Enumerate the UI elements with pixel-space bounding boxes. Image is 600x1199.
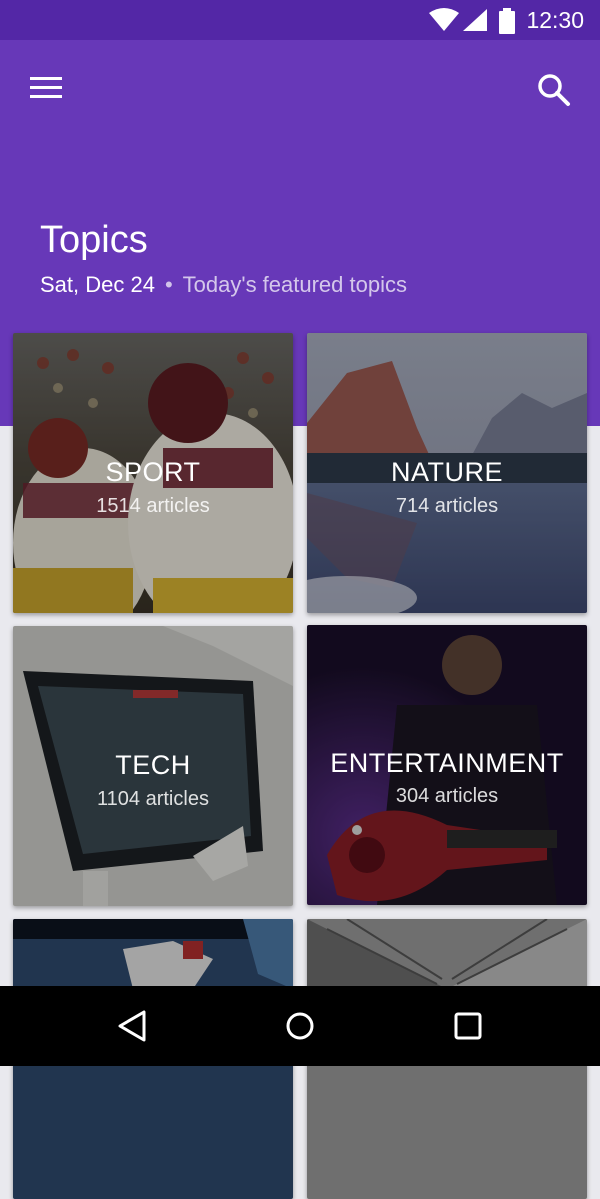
topic-count: 304 articles — [395, 785, 499, 807]
subtitle-row: Sat, Dec 24 • Today's featured topics — [40, 270, 407, 300]
signal-icon — [463, 9, 487, 31]
topic-count: 1104 articles — [97, 788, 209, 810]
topic-name: SPORT — [105, 457, 201, 487]
wifi-icon — [429, 8, 459, 31]
status-time: 12:30 — [526, 7, 584, 33]
menu-icon[interactable] — [30, 75, 62, 101]
page-title: Topics — [40, 219, 148, 261]
featured-label: Today's featured topics — [182, 272, 407, 297]
topic-name: TECH — [115, 750, 191, 780]
topic-name: NATURE — [390, 457, 503, 487]
recents-icon[interactable] — [448, 1006, 488, 1046]
back-icon[interactable] — [112, 1006, 152, 1046]
topic-card-sport[interactable]: SPORT 1514 articles — [13, 333, 293, 613]
topic-count: 1514 articles — [96, 495, 210, 517]
battery-icon — [499, 8, 515, 34]
home-icon[interactable] — [280, 1006, 320, 1046]
topic-card-nature[interactable]: NATURE 714 articles — [307, 333, 587, 613]
date-label: Sat, Dec 24 — [40, 272, 155, 297]
search-icon[interactable] — [534, 70, 574, 110]
status-bar: 12:30 — [0, 0, 600, 40]
topic-name: ENTERTAINMENT — [330, 748, 564, 778]
navigation-bar — [0, 986, 600, 1066]
topic-count: 714 articles — [395, 495, 499, 517]
topic-card-tech[interactable]: TECH 1104 articles — [13, 626, 293, 906]
separator-dot: • — [164, 272, 173, 297]
topic-card-entertainment[interactable]: ENTERTAINMENT 304 articles — [307, 625, 587, 905]
